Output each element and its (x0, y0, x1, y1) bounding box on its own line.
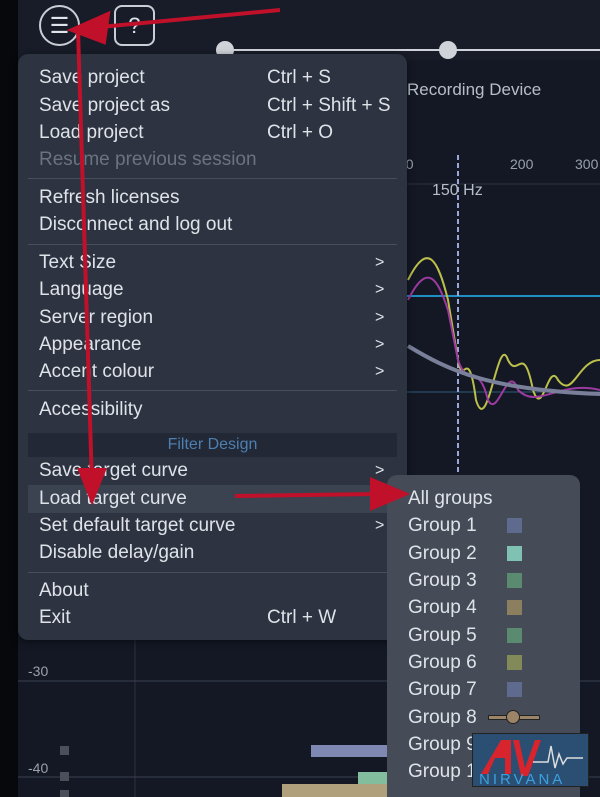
avnirvana-watermark-logo: NIRVANA (472, 733, 589, 788)
submenu-item-all-groups[interactable]: All groups (408, 485, 493, 512)
chevron-right-icon: > (375, 462, 385, 479)
menu-item-about[interactable]: About (39, 577, 89, 604)
color-swatch (507, 628, 522, 643)
divider (28, 572, 397, 573)
freq-tick: 200 (510, 156, 534, 172)
submenu-item-group-7[interactable]: Group 7 (408, 676, 477, 703)
chevron-right-icon: > (375, 517, 385, 534)
submenu-item-group-9[interactable]: Group 9 (408, 731, 477, 758)
marker-label: 150 Hz (432, 182, 483, 199)
color-swatch (507, 682, 522, 697)
menu-item-load-project[interactable]: Load project (39, 119, 144, 146)
group-bar (311, 745, 391, 757)
submenu-item-group-1[interactable]: Group 1 (408, 512, 477, 539)
menu-item-text-size[interactable]: Text Size (39, 249, 116, 276)
submenu-item-group-8[interactable]: Group 8 (408, 704, 477, 731)
measurement-curve (407, 257, 600, 410)
chevron-right-icon: > (375, 363, 385, 380)
menu-item-exit[interactable]: Exit (39, 604, 71, 631)
shortcut: Ctrl + S (267, 67, 331, 88)
slider-track[interactable] (225, 49, 600, 51)
menu-item-disable-delay-gain[interactable]: Disable delay/gain (39, 539, 194, 566)
help-button[interactable]: ? (114, 5, 155, 46)
color-swatch (507, 600, 522, 615)
menu-item-server-region[interactable]: Server region (39, 304, 153, 331)
color-swatch (507, 655, 522, 670)
menu-item-save-project[interactable]: Save project (39, 64, 145, 91)
chevron-right-icon: > (375, 281, 385, 298)
menu-item-language[interactable]: Language (39, 276, 124, 303)
chevron-right-icon: > (375, 254, 385, 271)
target-curve (406, 344, 600, 396)
menu-item-set-default-target[interactable]: Set default target curve (39, 512, 235, 539)
menu-item-load-target-curve[interactable]: Load target curve (39, 485, 187, 512)
menu-item-logout[interactable]: Disconnect and log out (39, 211, 232, 238)
divider (28, 390, 397, 391)
shortcut: Ctrl + W (267, 607, 337, 628)
section-header: Filter Design (28, 433, 397, 457)
group-slider-knob (506, 710, 520, 724)
shortcut: Ctrl + O (267, 122, 333, 143)
shortcut: Ctrl + Shift + S (267, 95, 391, 116)
menu-item-save-target-curve[interactable]: Save target curve (39, 457, 188, 484)
group-handle (60, 772, 69, 781)
question-icon: ? (128, 12, 141, 38)
group-bar (282, 784, 402, 797)
svg-text:NIRVANA: NIRVANA (479, 771, 565, 788)
db-tick: -40 (28, 760, 49, 776)
freq-tick: 300 (575, 156, 599, 172)
menu-item-save-project-as[interactable]: Save project as (39, 92, 170, 119)
slider-knob[interactable] (439, 41, 457, 59)
menu-item-appearance[interactable]: Appearance (39, 331, 141, 358)
color-swatch (507, 573, 522, 588)
menu-item-accent-colour[interactable]: Accent colour (39, 358, 154, 385)
hamburger-icon: ☰ (49, 12, 70, 38)
group-handle (60, 790, 69, 797)
submenu-item-group-2[interactable]: Group 2 (408, 540, 477, 567)
menu-item-refresh-licenses[interactable]: Refresh licenses (39, 184, 179, 211)
submenu-item-group-5[interactable]: Group 5 (408, 622, 477, 649)
submenu-item-group-4[interactable]: Group 4 (408, 594, 477, 621)
menu-button[interactable]: ☰ (39, 5, 80, 46)
logo-graphic: NIRVANA (479, 740, 583, 788)
menu-item-resume-session: Resume previous session (39, 149, 257, 170)
chevron-right-icon: > (375, 336, 385, 353)
color-swatch (507, 546, 522, 561)
db-tick: -30 (28, 663, 49, 679)
color-swatch (507, 518, 522, 533)
submenu-item-group-3[interactable]: Group 3 (408, 567, 477, 594)
group-handle (60, 746, 69, 755)
divider (28, 178, 397, 179)
recording-device-label: Recording Device (407, 80, 542, 99)
menu-item-accessibility[interactable]: Accessibility (39, 396, 142, 423)
submenu-item-group-6[interactable]: Group 6 (408, 649, 477, 676)
divider (28, 244, 397, 245)
main-menu: Filter Design Save project Ctrl + S Save… (18, 54, 407, 640)
top-bar (18, 0, 600, 60)
left-edge (0, 0, 18, 797)
chevron-right-icon: > (375, 309, 385, 326)
